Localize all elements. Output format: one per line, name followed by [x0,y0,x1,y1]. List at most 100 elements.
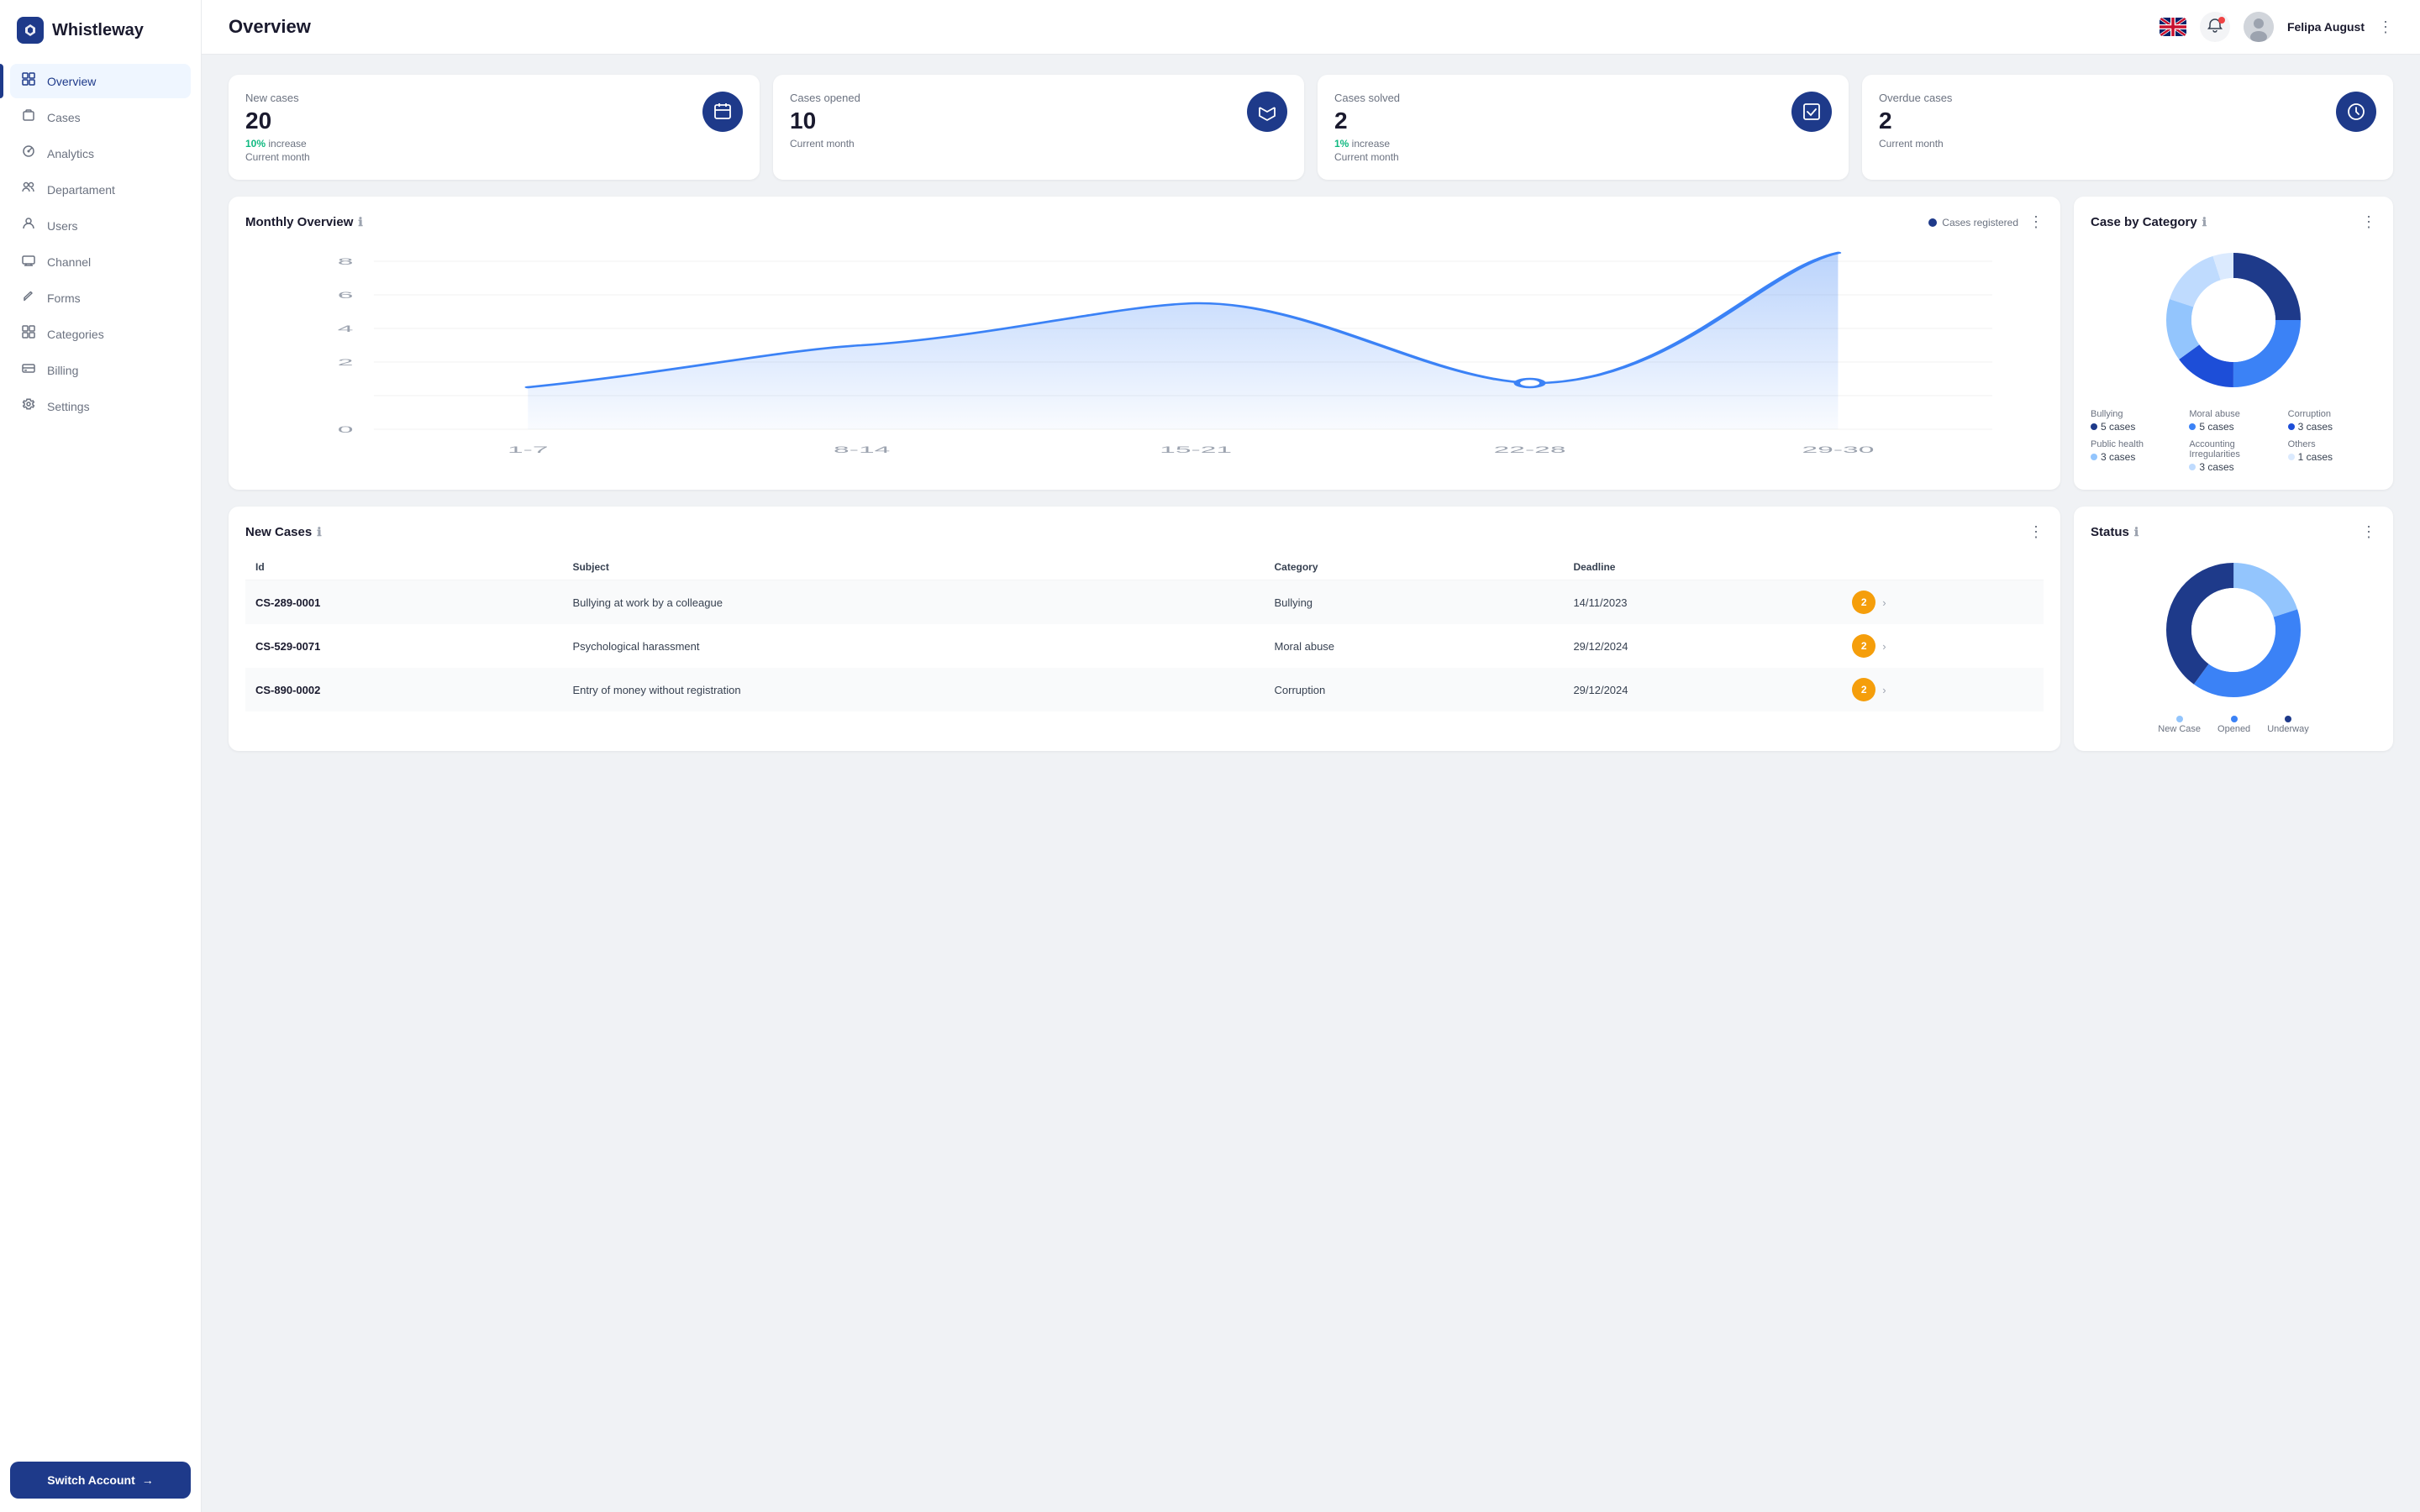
user-name: Felipa August [2287,20,2365,34]
main-content: Overview [202,0,2420,1512]
svg-text:6: 6 [338,290,354,300]
sidebar-item-categories[interactable]: Categories [10,317,191,351]
user-avatar[interactable] [2244,12,2274,42]
stat-label: Cases opened [790,92,860,104]
stat-card-new-cases: New cases 20 10% increase Current month [229,75,760,180]
table-more-button[interactable]: ⋮ [2028,523,2044,541]
case-category: Bullying [1265,580,1564,625]
monthly-chart: 8 6 4 2 0 1-7 8-14 15-21 22-28 29-30 [245,244,2044,463]
stat-footer: Current month [790,138,860,150]
cases-table: Id Subject Category Deadline CS-289-0001… [245,554,2044,711]
status-donut-chart: New Case Opened Underway [2091,554,2376,734]
sidebar-item-analytics[interactable]: Analytics [10,136,191,171]
stat-footer: Current month [1879,138,1952,150]
channel-icon [20,253,37,270]
chart-more-button[interactable]: ⋮ [2361,213,2376,231]
row-actions: 2 › [1852,678,2033,701]
legend-item-corruption: Corruption 3 cases [2288,409,2376,433]
sidebar-item-label: Categories [47,328,104,341]
stat-card-cases-opened: Cases opened 10 Current month [773,75,1304,180]
table-row[interactable]: CS-289-0001 Bullying at work by a collea… [245,580,2044,625]
case-id: CS-890-0002 [245,668,562,711]
row-arrow-icon[interactable]: › [1882,684,1886,696]
legend-item-new-case: New Case [2158,716,2201,734]
switch-account-label: Switch Account [47,1473,135,1487]
sidebar-item-label: Users [47,219,78,233]
row-actions: 2 › [1852,634,2033,658]
row-actions: 2 › [1852,591,2033,614]
sidebar-item-forms[interactable]: Forms [10,281,191,315]
case-subject: Psychological harassment [562,624,1264,668]
col-id: Id [245,554,562,580]
info-icon: ℹ [358,215,362,229]
row-arrow-icon[interactable]: › [1882,596,1886,609]
departament-icon [20,181,37,198]
overview-icon [20,72,37,90]
stat-icon [2336,92,2376,132]
table-header: New Cases ℹ ⋮ [245,523,2044,541]
case-deadline: 29/12/2024 [1563,624,1842,668]
header-more-button[interactable]: ⋮ [2378,18,2393,36]
stat-footer: Current month [245,151,310,163]
row-arrow-icon[interactable]: › [1882,640,1886,653]
svg-text:15-21: 15-21 [1160,444,1232,454]
stat-card-overdue-cases: Overdue cases 2 Current month [1862,75,2393,180]
sidebar-item-label: Settings [47,400,90,413]
sidebar-item-billing[interactable]: Billing [10,353,191,387]
stat-value: 10 [790,108,860,134]
table-row[interactable]: CS-890-0002 Entry of money without regis… [245,668,2044,711]
case-subject: Bullying at work by a colleague [562,580,1264,625]
col-category: Category [1265,554,1564,580]
settings-icon [20,397,37,415]
chart-more-button[interactable]: ⋮ [2361,523,2376,541]
donut-chart: Bullying 5 cases Moral abuse 5 cases [2091,244,2376,473]
case-category: Corruption [1265,668,1564,711]
stat-value: 2 [1879,108,1952,134]
stat-icon [1791,92,1832,132]
table-title: New Cases ℹ [245,525,322,539]
switch-account-button[interactable]: Switch Account → [10,1462,191,1499]
stat-label: Overdue cases [1879,92,1952,104]
sidebar-item-label: Channel [47,255,91,269]
new-cases-card: New Cases ℹ ⋮ Id Subject Category Deadli… [229,507,2060,751]
language-flag[interactable] [2160,18,2186,36]
billing-icon [20,361,37,379]
sidebar-item-cases[interactable]: Cases [10,100,191,134]
users-icon [20,217,37,234]
svg-text:22-28: 22-28 [1494,444,1566,454]
sidebar-bottom: Switch Account → [0,1448,201,1512]
sidebar-item-label: Overview [47,75,96,88]
stat-value: 20 [245,108,310,134]
cases-icon [20,108,37,126]
chart-more-button[interactable]: ⋮ [2028,213,2044,231]
legend-item-bullying: Bullying 5 cases [2091,409,2179,433]
sidebar-item-label: Analytics [47,147,94,160]
sidebar-item-departament[interactable]: Departament [10,172,191,207]
donut-legend: Bullying 5 cases Moral abuse 5 cases [2091,409,2376,473]
stat-label: New cases [245,92,310,104]
stat-label: Cases solved [1334,92,1400,104]
svg-text:4: 4 [338,323,354,333]
info-icon: ℹ [317,525,321,539]
sidebar-nav: Overview Cases Analytics Departament Use… [0,57,201,1448]
chart-title: Case by Category ℹ [2091,215,2207,229]
sidebar-item-channel[interactable]: Channel [10,244,191,279]
notifications-button[interactable] [2200,12,2230,42]
case-badge: 2 [1852,678,1876,701]
svg-text:1-7: 1-7 [508,444,549,454]
case-by-category-card: Case by Category ℹ ⋮ [2074,197,2393,490]
case-badge: 2 [1852,634,1876,658]
notification-badge [2218,17,2225,24]
categories-icon [20,325,37,343]
stat-footer: Current month [1334,151,1400,163]
svg-text:2: 2 [338,357,354,367]
table-row[interactable]: CS-529-0071 Psychological harassment Mor… [245,624,2044,668]
forms-icon [20,289,37,307]
header-right: Felipa August ⋮ [2160,12,2393,42]
sidebar-item-overview[interactable]: Overview [10,64,191,98]
legend-item-moral-abuse: Moral abuse 5 cases [2189,409,2277,433]
sidebar-item-settings[interactable]: Settings [10,389,191,423]
col-subject: Subject [562,554,1264,580]
chart-title: Monthly Overview ℹ [245,215,363,229]
sidebar-item-users[interactable]: Users [10,208,191,243]
